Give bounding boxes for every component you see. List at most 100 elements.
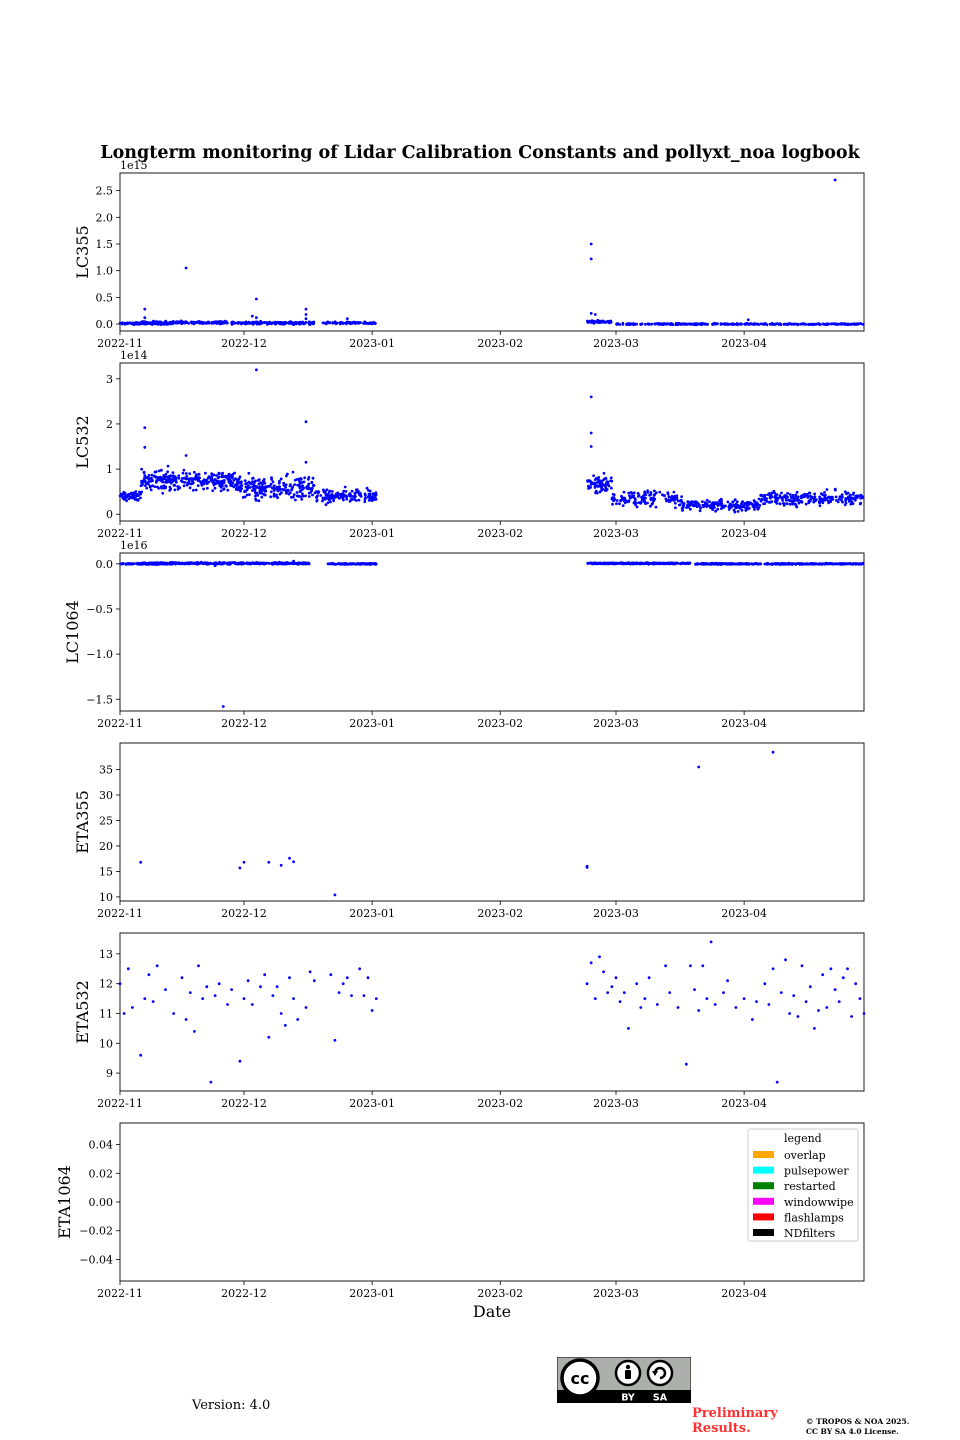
data-point (821, 500, 824, 504)
data-point (662, 322, 665, 326)
data-point (596, 485, 600, 488)
data-point (615, 322, 619, 326)
data-point (182, 468, 186, 472)
x-tick-label: 2023-03 (593, 337, 639, 350)
data-point (218, 484, 222, 488)
data-point (266, 485, 270, 488)
data-point (795, 322, 798, 326)
data-point (244, 482, 248, 486)
data-point (374, 997, 378, 1000)
data-point (220, 473, 224, 476)
plot-frame (119, 932, 865, 1092)
data-point (257, 499, 261, 503)
data-point (294, 322, 298, 326)
data-point (747, 503, 750, 507)
data-point (733, 498, 737, 502)
data-point (741, 562, 744, 566)
data-point (364, 496, 367, 500)
data-point (842, 322, 846, 326)
data-point (221, 705, 225, 708)
preliminary-line-1: Preliminary (692, 1406, 778, 1421)
data-point (188, 486, 192, 490)
data-point (639, 1006, 643, 1009)
data-point (255, 368, 258, 372)
y-tick-label: 10 (99, 891, 113, 904)
data-point (130, 493, 134, 496)
data-point (220, 562, 224, 566)
data-point (184, 454, 188, 457)
data-point (166, 562, 170, 565)
data-point (279, 1012, 283, 1015)
data-point (329, 493, 333, 497)
data-point (211, 489, 215, 492)
data-point (163, 476, 167, 480)
data-point (780, 561, 784, 565)
data-point (836, 500, 840, 504)
data-point (861, 562, 865, 566)
data-point (209, 1080, 213, 1084)
data-point (700, 562, 704, 566)
data-point (705, 498, 709, 502)
copyright-line-2: CC BY SA 4.0 License. (806, 1427, 899, 1436)
data-point (281, 561, 285, 565)
data-point (278, 492, 282, 496)
data-point (829, 967, 833, 971)
data-point (296, 483, 299, 487)
data-point (623, 562, 627, 566)
data-point (813, 495, 817, 499)
data-point (716, 562, 719, 566)
data-point (589, 445, 593, 448)
data-point (153, 485, 157, 488)
data-point (151, 320, 155, 324)
data-point (166, 470, 170, 474)
data-point (763, 562, 767, 566)
data-point (643, 499, 647, 503)
data-point (337, 991, 341, 994)
data-point (362, 994, 366, 997)
data-point (176, 485, 180, 488)
data-point (594, 489, 598, 493)
data-point (261, 321, 264, 324)
data-point (295, 478, 299, 481)
data-point (766, 493, 770, 496)
data-point (191, 478, 195, 481)
data-point (705, 322, 709, 326)
data-point (152, 562, 156, 566)
data-point (779, 991, 783, 994)
data-point (251, 321, 255, 325)
data-point (784, 958, 787, 962)
data-point (139, 1053, 143, 1057)
data-point (245, 321, 248, 325)
data-point (214, 320, 218, 324)
data-point (301, 494, 305, 498)
data-point (755, 505, 759, 509)
data-point (370, 562, 374, 565)
data-point (602, 970, 605, 974)
data-point (614, 976, 618, 980)
data-point (329, 973, 333, 977)
data-point (231, 481, 235, 485)
preliminary-results-text: Preliminary Results. (692, 1406, 778, 1436)
data-point (803, 494, 807, 498)
data-point (143, 307, 147, 311)
data-point (307, 321, 311, 325)
data-point (168, 485, 172, 489)
data-point (205, 562, 209, 566)
data-point (756, 503, 760, 506)
data-point (833, 988, 837, 991)
data-point (207, 475, 211, 479)
data-point (264, 489, 268, 493)
data-point (340, 321, 344, 325)
legend-swatch (753, 1213, 774, 1221)
data-point (177, 474, 181, 478)
data-point (172, 1012, 176, 1015)
data-point (744, 509, 748, 512)
data-point (258, 490, 262, 493)
data-point (713, 506, 716, 509)
data-point (722, 562, 725, 565)
data-point (298, 322, 301, 326)
data-point (228, 561, 232, 565)
data-point (734, 1006, 738, 1009)
data-point (173, 488, 177, 492)
x-axis-label: Date (473, 1302, 511, 1321)
